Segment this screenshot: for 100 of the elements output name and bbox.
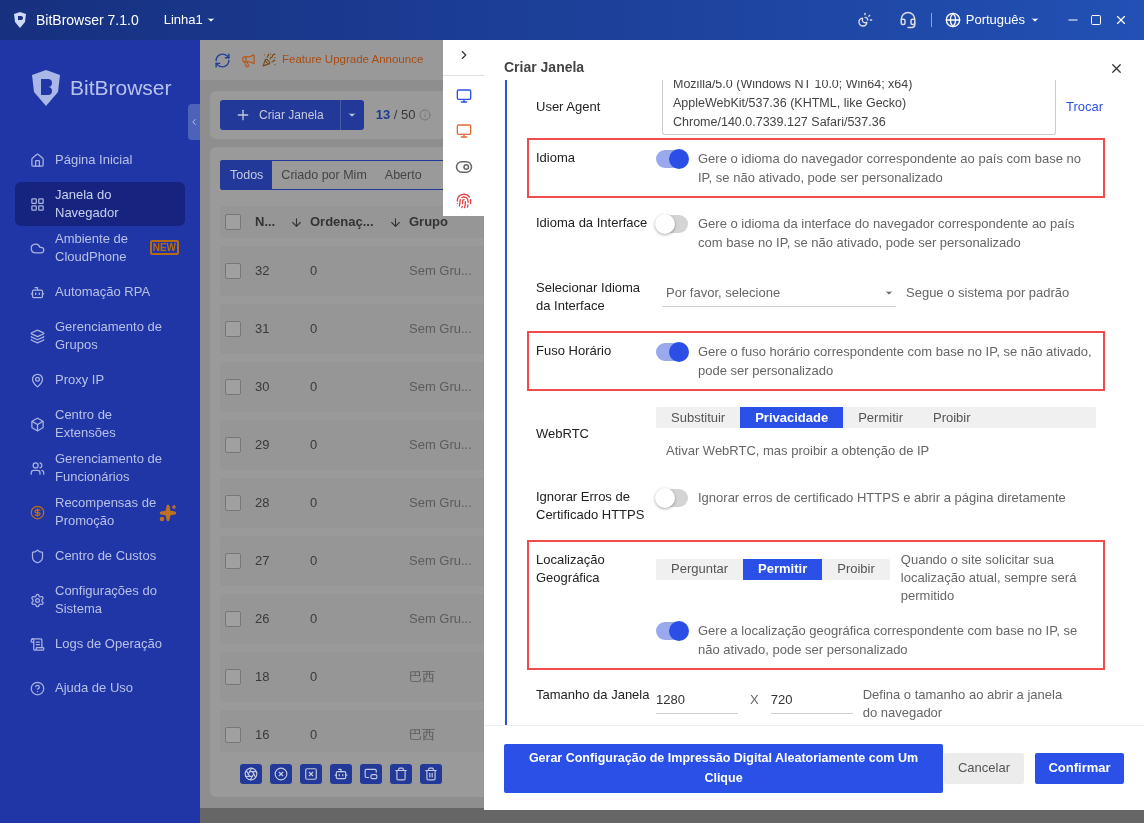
maximize-icon[interactable] — [1090, 14, 1102, 26]
column-header[interactable]: Ordenaç... — [310, 212, 374, 232]
table-cell-text: 26 — [255, 610, 271, 629]
filter-tab[interactable]: Aberto — [375, 161, 431, 189]
segment-option[interactable]: Permitir — [743, 558, 823, 580]
language-dropdown[interactable]: Português — [944, 10, 1040, 30]
table-cell-text: 0 — [310, 262, 319, 281]
column-header[interactable]: Grupo — [409, 212, 448, 232]
robot-button[interactable] — [330, 764, 352, 784]
sidebar-item[interactable]: Configurações do Sistema — [15, 578, 185, 622]
field-description: Ignorar erros de certificado HTTPS e abrir a página diretamente — [698, 488, 1066, 507]
sidebar-item[interactable]: Centro de Custos — [15, 534, 185, 578]
toggle-switch[interactable] — [656, 343, 688, 361]
change-link[interactable]: Trocar — [1066, 96, 1104, 117]
sidebar-item[interactable]: Automação RPA — [15, 270, 185, 314]
checkbox[interactable] — [225, 553, 241, 569]
sidebar-item[interactable]: Proxy IP — [15, 358, 185, 402]
toggle-switch[interactable] — [656, 488, 688, 507]
field-label: Idioma da Interface — [536, 214, 649, 232]
line-dropdown[interactable]: Linha1 — [163, 10, 216, 30]
globe-icon — [944, 12, 961, 28]
collapse-handle[interactable] — [188, 104, 200, 140]
toggle-switch[interactable] — [656, 150, 688, 168]
robot-icon — [334, 767, 348, 781]
people-icon — [30, 460, 45, 476]
refresh-icon[interactable] — [214, 51, 231, 69]
trash-button[interactable] — [420, 764, 442, 784]
segment-option[interactable]: Proibir — [822, 558, 890, 580]
filter-tab[interactable]: Todos — [221, 161, 273, 189]
segment-option[interactable]: Privacidade — [740, 407, 844, 428]
headset-icon[interactable] — [898, 11, 917, 29]
party-icon — [262, 53, 276, 67]
table-cell-text: 0 — [310, 494, 319, 513]
close-icon[interactable] — [1114, 13, 1128, 27]
width-input[interactable]: 1280 — [656, 685, 738, 714]
monitor-icon[interactable] — [455, 88, 472, 104]
caret-icon — [347, 110, 358, 120]
sidebar-item[interactable]: Página Inicial — [15, 138, 185, 182]
toggle-switch[interactable] — [656, 215, 688, 233]
table-cell-text: Sem Gru... — [409, 378, 473, 397]
cancel-button[interactable]: Cancelar — [944, 752, 1024, 784]
sidebar-item[interactable]: Recompensas de Promoção — [15, 490, 185, 534]
table-cell-text: 16 — [255, 726, 271, 745]
fingerprint-icon[interactable] — [455, 193, 472, 209]
segment-option[interactable]: Permitir — [843, 407, 918, 428]
aperture-button[interactable] — [240, 764, 262, 784]
location-pin-icon — [30, 372, 45, 388]
square-x-button[interactable] — [300, 764, 322, 784]
cloud-icon — [30, 240, 45, 256]
table-cell-text: 31 — [255, 320, 271, 339]
create-window-button[interactable]: Criar Janela — [220, 100, 340, 130]
window-button[interactable] — [360, 764, 382, 784]
table-cell-text: 0 — [310, 726, 319, 745]
circle-x-button[interactable] — [270, 764, 292, 784]
close-icon[interactable] — [1109, 61, 1124, 76]
checkbox[interactable] — [225, 214, 241, 230]
sidebar-item[interactable]: Ambiente de CloudPhone NEW — [15, 226, 185, 270]
theme-icon[interactable] — [856, 12, 873, 28]
table-cell-text: 0 — [310, 378, 319, 397]
confirm-button[interactable]: Confirmar — [1035, 752, 1124, 784]
home-icon — [30, 152, 45, 168]
checkbox[interactable] — [225, 263, 241, 279]
checkbox[interactable] — [225, 321, 241, 337]
segment-option[interactable]: Perguntar — [656, 558, 744, 580]
column-header[interactable]: N... — [255, 212, 276, 232]
table-cell-text: 28 — [255, 494, 271, 513]
sidebar-item[interactable]: Gerenciamento de Grupos — [15, 314, 185, 358]
field-label: Fuso Horário — [536, 342, 613, 360]
sort-arrow-icon[interactable] — [389, 215, 402, 229]
checkbox[interactable] — [225, 437, 241, 453]
height-input[interactable]: 720 — [770, 685, 853, 714]
new-badge: NEW — [149, 240, 179, 255]
field-label: User Agent — [536, 97, 602, 116]
sort-arrow-icon[interactable] — [290, 215, 303, 229]
toggle-switch[interactable] — [656, 621, 688, 640]
checkbox[interactable] — [225, 669, 241, 685]
bin-button[interactable] — [390, 764, 412, 784]
toggle-icon[interactable] — [454, 158, 473, 176]
monitor-icon[interactable] — [455, 123, 472, 139]
checkbox[interactable] — [225, 727, 241, 743]
sidebar-item[interactable]: Ajuda de Uso — [15, 666, 185, 710]
segment-option[interactable]: Substituir — [656, 407, 741, 428]
table-cell-text: 32 — [255, 262, 271, 281]
checkbox[interactable] — [225, 611, 241, 627]
segment-option[interactable]: Proibir — [918, 407, 986, 428]
table-cell-text: 30 — [255, 378, 271, 397]
checkbox[interactable] — [225, 495, 241, 511]
sidebar-item[interactable]: Janela do Navegador — [15, 182, 185, 226]
sidebar-item[interactable]: Centro de Extensões — [15, 402, 185, 446]
trash-icon — [424, 767, 438, 781]
filter-tab[interactable]: Criado por Mim — [272, 161, 376, 189]
checkbox[interactable] — [225, 379, 241, 395]
language-select[interactable]: Por favor, selecione — [662, 279, 896, 307]
help-icon — [30, 680, 45, 696]
random-fingerprint-button[interactable]: Gerar Configuração de Impressão Digital Aleatoriamente com Um Clique — [504, 743, 943, 793]
sidebar-item[interactable]: Logs de Operação — [15, 622, 185, 666]
settings-icon — [30, 592, 45, 608]
field-note: Quando o site solicitar sua localização atual, sempre será permitido — [900, 550, 1078, 605]
grid-icon — [30, 196, 45, 212]
sidebar-item[interactable]: Gerenciamento de Funcionários — [15, 446, 185, 490]
